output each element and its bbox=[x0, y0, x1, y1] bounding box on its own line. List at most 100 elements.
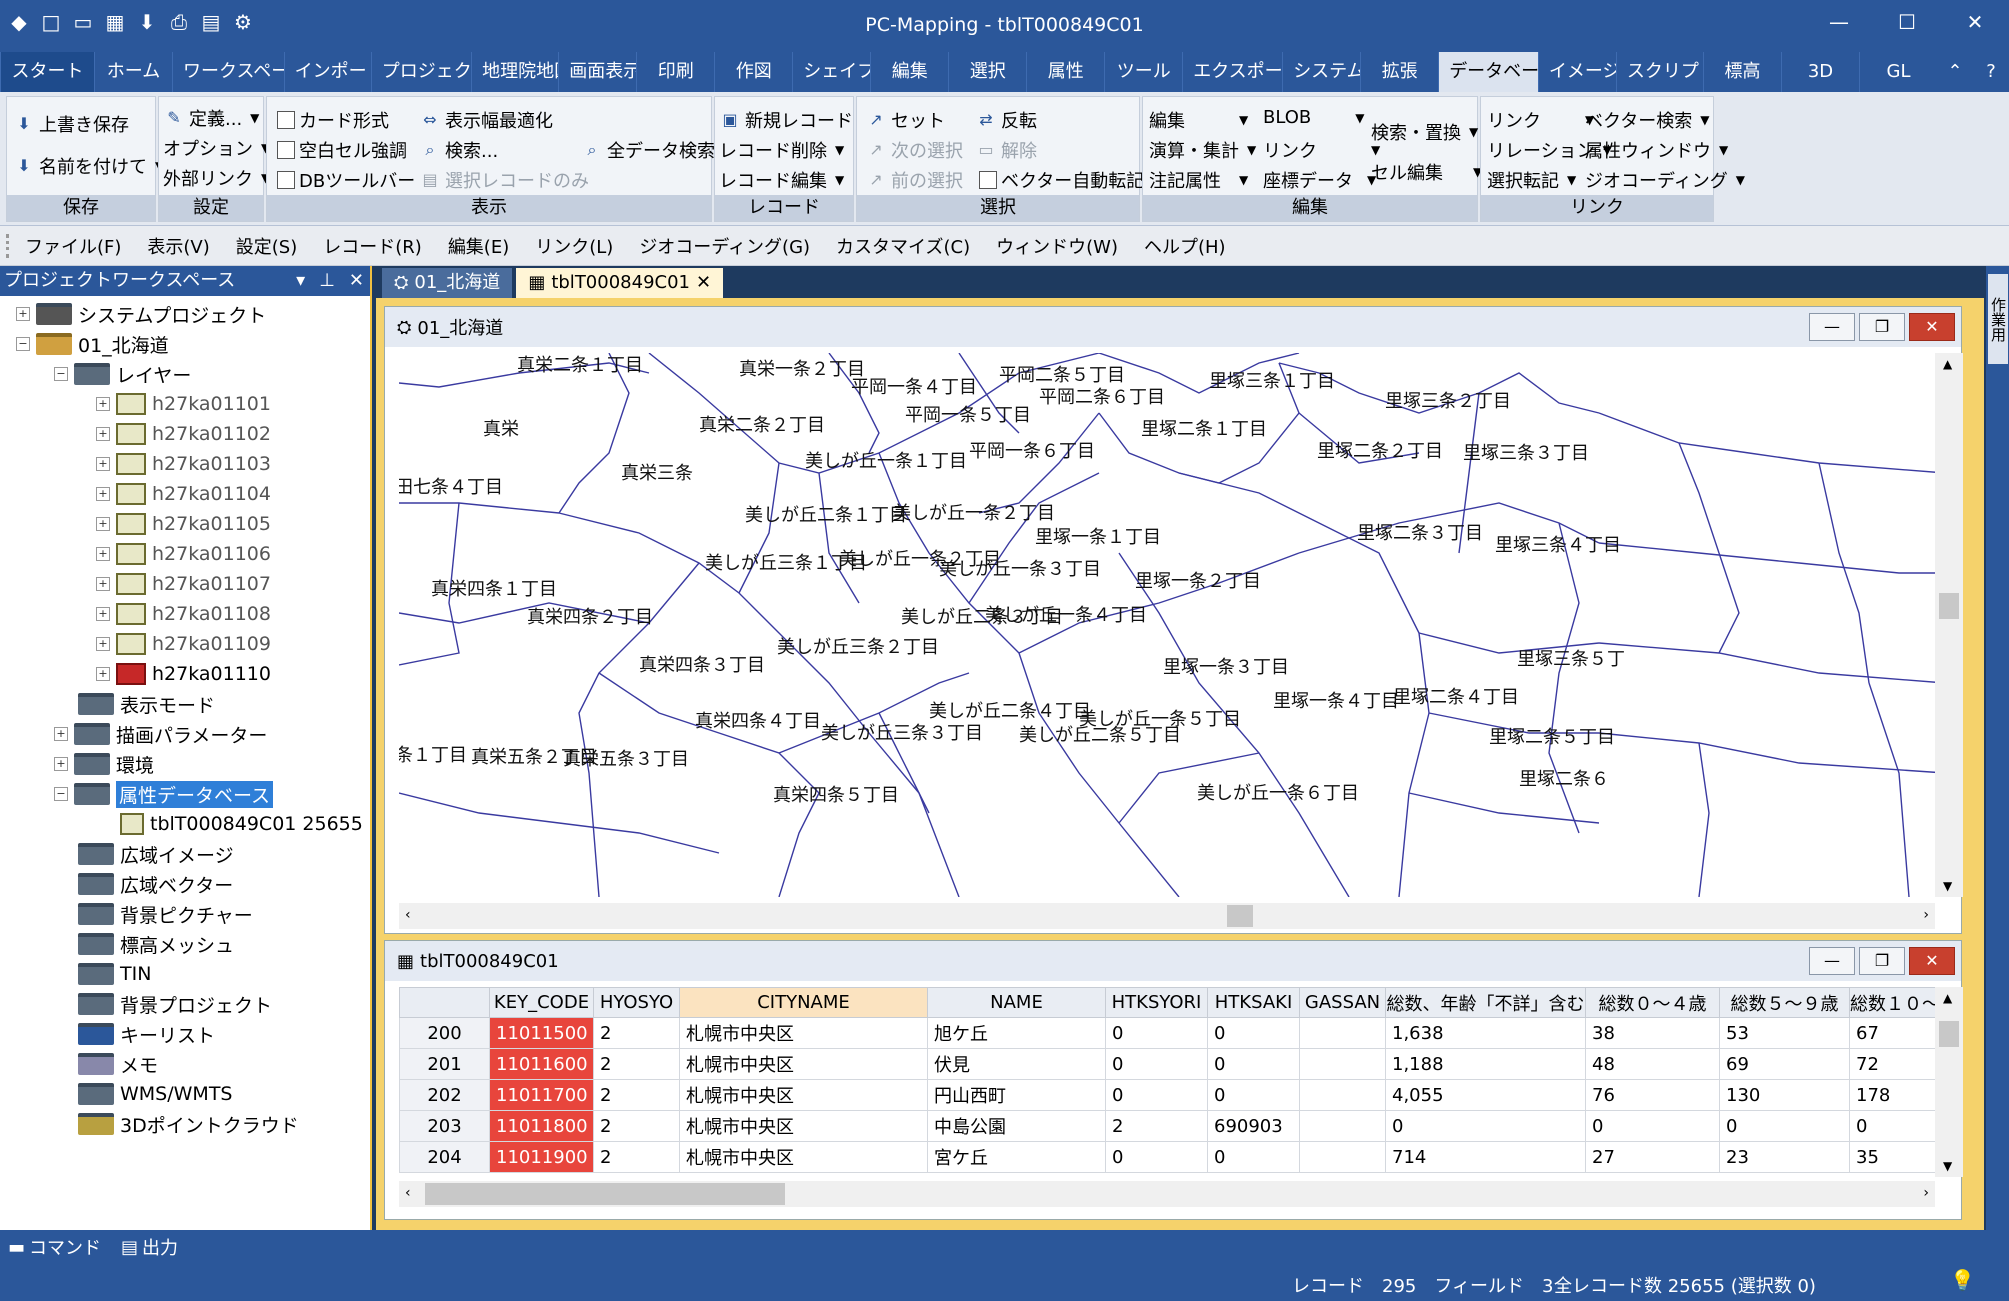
menu-item-1[interactable]: 表示(V) bbox=[134, 233, 222, 259]
search-button[interactable]: ⌕ 検索... bbox=[419, 137, 499, 163]
table-vscroll[interactable]: ▲ ▼ bbox=[1935, 987, 1963, 1177]
table-cell[interactable]: 0 bbox=[1719, 1110, 1850, 1142]
tree-wide-image[interactable]: 広域イメージ bbox=[78, 840, 234, 868]
tree-system-project[interactable]: + システムプロジェクト bbox=[16, 300, 266, 328]
menu-item-3[interactable]: レコード(R) bbox=[310, 233, 435, 259]
table-cell[interactable]: 0 bbox=[1385, 1110, 1586, 1142]
ribbon-tab-21[interactable]: 3D bbox=[1781, 52, 1859, 92]
table-cell[interactable]: 中島公園 bbox=[927, 1110, 1106, 1142]
table-cell[interactable]: 0 bbox=[1105, 1017, 1208, 1049]
column-header[interactable]: 総数、年齢「不詳」含む bbox=[1385, 987, 1586, 1018]
table-cell[interactable]: 札幌市中央区 bbox=[679, 1141, 928, 1173]
table-cell[interactable]: 札幌市中央区 bbox=[679, 1079, 928, 1111]
table-cell[interactable]: 11011800 bbox=[489, 1110, 594, 1142]
new-record-button[interactable]: ▣新規レコード▼ bbox=[719, 107, 870, 133]
table-cell[interactable]: 2 bbox=[593, 1110, 680, 1142]
restore-button[interactable]: ❐ bbox=[1859, 947, 1905, 975]
table-cell[interactable]: 旭ケ丘 bbox=[927, 1017, 1106, 1049]
table-cell[interactable]: 札幌市中央区 bbox=[679, 1048, 928, 1080]
delete-record-button[interactable]: レコード削除 ▼ bbox=[719, 137, 844, 163]
vector-search-button[interactable]: ベクター検索 ▼ bbox=[1585, 107, 1710, 133]
lightbulb-icon[interactable]: 💡 bbox=[1950, 1268, 1975, 1292]
ribbon-tab-10[interactable]: 編集 bbox=[870, 52, 948, 92]
table-cell[interactable]: 宮ケ丘 bbox=[927, 1141, 1106, 1173]
ribbon-tab-5[interactable]: 地理院地図 bbox=[471, 52, 558, 92]
collapse-icon[interactable]: − bbox=[16, 337, 30, 351]
expand-icon[interactable]: + bbox=[96, 577, 110, 591]
column-header[interactable]: 総数１０～ bbox=[1849, 987, 1935, 1018]
table-cell[interactable]: 53 bbox=[1719, 1017, 1850, 1049]
table-cell[interactable]: 714 bbox=[1385, 1141, 1586, 1173]
tree-layer-item[interactable]: + h27ka01107 bbox=[96, 570, 271, 598]
column-header[interactable]: NAME bbox=[927, 987, 1106, 1018]
maximize-button[interactable]: ☐ bbox=[1873, 0, 1941, 44]
tree-layer-item[interactable]: + h27ka01102 bbox=[96, 420, 271, 448]
table-cell[interactable]: 35 bbox=[1849, 1141, 1935, 1173]
table-cell[interactable]: 11011600 bbox=[489, 1048, 594, 1080]
menu-item-0[interactable]: ファイル(F) bbox=[12, 233, 134, 259]
ribbon-tab-1[interactable]: ホーム bbox=[94, 52, 172, 92]
edit-link-button[interactable]: リンク ▼ bbox=[1263, 137, 1380, 163]
expand-icon[interactable]: + bbox=[96, 607, 110, 621]
edit-record-button[interactable]: レコード編集 ▼ bbox=[719, 167, 844, 193]
table-cell[interactable]: 1,638 bbox=[1385, 1017, 1586, 1049]
column-header[interactable]: CITYNAME bbox=[679, 987, 928, 1018]
ribbon-tab-14[interactable]: エクスポート bbox=[1182, 52, 1282, 92]
minimize-button[interactable]: — bbox=[1809, 313, 1855, 341]
column-header[interactable]: 総数５～９歳 bbox=[1719, 987, 1850, 1018]
table-cell[interactable] bbox=[1299, 1048, 1386, 1080]
dropdown-icon[interactable]: ▾ bbox=[296, 266, 305, 296]
link-button[interactable]: リンク ▼ bbox=[1487, 107, 1594, 133]
row-number[interactable]: 201 bbox=[399, 1048, 490, 1080]
tree-draw-params[interactable]: + 描画パラメーター bbox=[54, 720, 267, 748]
table-cell[interactable]: 27 bbox=[1585, 1141, 1720, 1173]
collapse-icon[interactable]: − bbox=[54, 787, 68, 801]
cell-edit-button[interactable]: セル編集 ▼ bbox=[1371, 159, 1482, 185]
table-cell[interactable] bbox=[1299, 1141, 1386, 1173]
coord-data-button[interactable]: 座標データ ▼ bbox=[1263, 167, 1376, 193]
map-vscroll-thumb[interactable] bbox=[1939, 593, 1959, 619]
ribbon-tab-4[interactable]: プロジェクト bbox=[370, 52, 471, 92]
table-cell[interactable]: 札幌市中央区 bbox=[679, 1017, 928, 1049]
tree-layer-item[interactable]: + h27ka01106 bbox=[96, 540, 271, 568]
ribbon-tab-6[interactable]: 画面表示 bbox=[558, 52, 636, 92]
table-row[interactable]: 204 11011900 2 札幌市中央区 宮ケ丘 0 0 714 27 23 35 bbox=[399, 1141, 1935, 1173]
expand-icon[interactable]: + bbox=[54, 727, 68, 741]
ribbon-tab-18[interactable]: イメージ bbox=[1537, 52, 1616, 92]
tree-layer-item[interactable]: + h27ka01103 bbox=[96, 450, 271, 478]
card-format-checkbox[interactable]: カード形式 bbox=[277, 107, 389, 133]
expand-icon[interactable]: + bbox=[96, 667, 110, 681]
map-canvas[interactable]: 真栄二条１丁目 真栄一条２丁目 平岡一条４丁目 平岡二条５丁目 平岡二条６丁目 平岡一条５… bbox=[399, 353, 1945, 897]
expand-icon[interactable]: + bbox=[96, 427, 110, 441]
tree-tin[interactable]: TIN bbox=[78, 960, 151, 988]
define-button[interactable]: ✎ 定義... ▼ bbox=[163, 105, 259, 131]
table-hscroll[interactable]: ‹ › bbox=[399, 1181, 1935, 1207]
table-cell[interactable] bbox=[1299, 1079, 1386, 1111]
ribbon-tab-11[interactable]: 選択 bbox=[948, 52, 1026, 92]
expand-icon[interactable]: + bbox=[96, 547, 110, 561]
minimize-button[interactable]: — bbox=[1805, 0, 1873, 44]
data-grid[interactable]: KEY_CODE HYOSYO CITYNAME NAME HTKSYORI HTKSAK… bbox=[399, 987, 1935, 1173]
search-replace-button[interactable]: 検索・置換 ▼ bbox=[1371, 119, 1478, 145]
row-number[interactable]: 200 bbox=[399, 1017, 490, 1049]
output-tab[interactable]: ▤ 出力 bbox=[121, 1234, 178, 1260]
table-cell[interactable]: 2 bbox=[1105, 1110, 1208, 1142]
tree-layer-item[interactable]: + h27ka01108 bbox=[96, 600, 271, 628]
table-cell[interactable]: 札幌市中央区 bbox=[679, 1110, 928, 1142]
help-icon[interactable]: ? bbox=[1973, 52, 2009, 92]
row-number[interactable]: 203 bbox=[399, 1110, 490, 1142]
close-button[interactable]: ✕ bbox=[1941, 0, 2009, 44]
expand-icon[interactable]: + bbox=[16, 307, 30, 321]
tree-layer-folder[interactable]: − レイヤー bbox=[54, 360, 191, 388]
expand-icon[interactable]: + bbox=[96, 487, 110, 501]
ribbon-tab-3[interactable]: インポート bbox=[283, 52, 371, 92]
table-cell[interactable]: 2 bbox=[593, 1048, 680, 1080]
minimize-button[interactable]: — bbox=[1809, 947, 1855, 975]
ribbon-tab-22[interactable]: GL bbox=[1859, 52, 1937, 92]
column-header[interactable]: KEY_CODE bbox=[489, 987, 594, 1018]
attr-window-button[interactable]: 属性ウィンドウ ▼ bbox=[1585, 137, 1728, 163]
table-cell[interactable]: 4,055 bbox=[1385, 1079, 1586, 1111]
selected-only-button[interactable]: ▤ 選択レコードのみ bbox=[419, 167, 589, 193]
ribbon-tab-12[interactable]: 属性 bbox=[1026, 52, 1104, 92]
expand-icon[interactable]: + bbox=[96, 637, 110, 651]
